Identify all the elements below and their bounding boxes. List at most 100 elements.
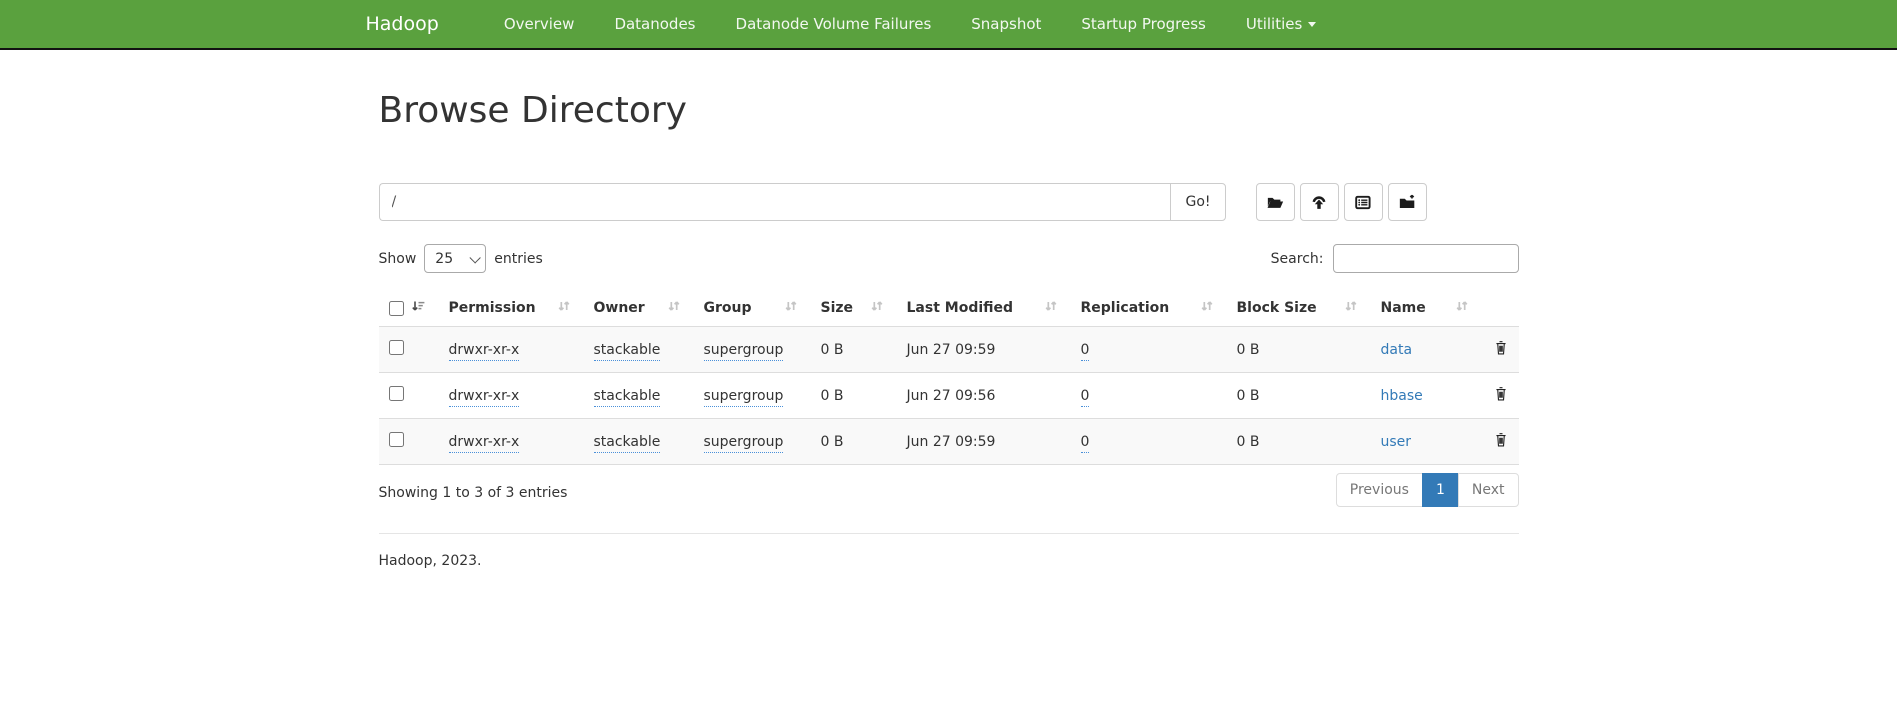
replication-cell[interactable]: 0	[1081, 434, 1090, 453]
sort-icon	[1344, 299, 1358, 317]
path-input[interactable]	[379, 183, 1171, 221]
col-permission[interactable]: Permission	[434, 290, 579, 327]
delete-button[interactable]	[1494, 340, 1508, 359]
col-name-label: Name	[1381, 300, 1426, 316]
path-input-group: Go!	[379, 183, 1226, 221]
trash-icon	[1494, 390, 1508, 405]
trash-icon	[1494, 436, 1508, 451]
sort-amount-asc-icon	[411, 299, 426, 317]
sort-icon	[1455, 299, 1469, 317]
delete-button[interactable]	[1494, 432, 1508, 451]
col-size[interactable]: Size	[806, 290, 892, 327]
folder-open-button[interactable]	[1256, 183, 1295, 221]
pagination: Previous 1 Next	[1336, 473, 1519, 507]
go-button[interactable]: Go!	[1170, 183, 1225, 221]
last-modified-cell: Jun 27 09:56	[907, 388, 996, 404]
last-modified-cell: Jun 27 09:59	[907, 434, 996, 450]
dir-name-link[interactable]: user	[1381, 434, 1412, 450]
size-cell: 0 B	[821, 342, 844, 358]
entries-label: entries	[494, 251, 543, 267]
sort-icon	[557, 299, 571, 317]
nav-overview[interactable]: Overview	[484, 0, 595, 48]
group-cell[interactable]: supergroup	[704, 388, 784, 407]
upload-icon	[1311, 195, 1327, 210]
navbar-brand[interactable]: Hadoop	[364, 0, 441, 48]
block-size-cell: 0 B	[1237, 342, 1260, 358]
navbar-menu: Overview Datanodes Datanode Volume Failu…	[484, 0, 1337, 48]
pagination-previous[interactable]: Previous	[1336, 473, 1423, 507]
block-size-cell: 0 B	[1237, 388, 1260, 404]
entries-info: Showing 1 to 3 of 3 entries	[379, 473, 568, 501]
upload-button[interactable]	[1300, 183, 1339, 221]
table-row: drwxr-xr-x stackable supergroup 0 B Jun …	[379, 419, 1519, 465]
replication-cell[interactable]: 0	[1081, 388, 1090, 407]
nav-startup-progress[interactable]: Startup Progress	[1061, 0, 1225, 48]
group-cell[interactable]: supergroup	[704, 434, 784, 453]
select-all-checkbox[interactable]	[389, 301, 404, 316]
col-group-label: Group	[704, 300, 752, 316]
nav-datanodes[interactable]: Datanodes	[594, 0, 715, 48]
last-modified-cell: Jun 27 09:59	[907, 342, 996, 358]
owner-cell[interactable]: stackable	[594, 434, 661, 453]
file-actions-toolbar	[1256, 183, 1427, 221]
permission-cell[interactable]: drwxr-xr-x	[449, 342, 520, 361]
dir-name-link[interactable]: data	[1381, 342, 1413, 358]
col-replication[interactable]: Replication	[1066, 290, 1222, 327]
sort-icon	[870, 299, 884, 317]
col-name[interactable]: Name	[1366, 290, 1477, 327]
folder-move-icon	[1399, 194, 1416, 210]
table-footer: Showing 1 to 3 of 3 entries Previous 1 N…	[379, 473, 1519, 507]
col-block-size-label: Block Size	[1237, 300, 1317, 316]
page-size-select[interactable]: 25	[424, 244, 486, 273]
sort-icon	[1200, 299, 1214, 317]
search-input[interactable]	[1333, 244, 1519, 273]
folder-move-button[interactable]	[1388, 183, 1427, 221]
nav-snapshot[interactable]: Snapshot	[951, 0, 1061, 48]
owner-cell[interactable]: stackable	[594, 388, 661, 407]
chevron-down-icon	[1308, 22, 1316, 27]
group-cell[interactable]: supergroup	[704, 342, 784, 361]
search-label: Search:	[1271, 251, 1324, 267]
table-header-row: Permission Owner Group Size Last Modifie…	[379, 290, 1519, 327]
select-all-header[interactable]	[379, 290, 434, 327]
col-replication-label: Replication	[1081, 300, 1170, 316]
table-search-control: Search:	[1271, 244, 1519, 273]
delete-button[interactable]	[1494, 386, 1508, 405]
permission-cell[interactable]: drwxr-xr-x	[449, 434, 520, 453]
permission-cell[interactable]: drwxr-xr-x	[449, 388, 520, 407]
nav-utilities-dropdown[interactable]: Utilities	[1226, 0, 1336, 48]
nav-datanode-volume-failures[interactable]: Datanode Volume Failures	[716, 0, 952, 48]
sort-icon	[667, 299, 681, 317]
footer-divider	[379, 533, 1519, 534]
pagination-page-1[interactable]: 1	[1423, 473, 1459, 507]
nav-utilities-label: Utilities	[1246, 15, 1302, 33]
table-controls: Show 25 entries Search:	[379, 244, 1519, 273]
col-permission-label: Permission	[449, 300, 536, 316]
pagination-next[interactable]: Next	[1459, 473, 1519, 507]
col-size-label: Size	[821, 300, 854, 316]
replication-cell[interactable]: 0	[1081, 342, 1090, 361]
list-alt-button[interactable]	[1344, 183, 1383, 221]
row-checkbox[interactable]	[389, 432, 404, 447]
list-alt-icon	[1355, 195, 1371, 210]
path-bar: Go!	[379, 183, 1519, 221]
show-label: Show	[379, 251, 417, 267]
col-block-size[interactable]: Block Size	[1222, 290, 1366, 327]
dir-name-link[interactable]: hbase	[1381, 388, 1423, 404]
size-cell: 0 B	[821, 388, 844, 404]
page-length-control: Show 25 entries	[379, 244, 543, 273]
size-cell: 0 B	[821, 434, 844, 450]
col-group[interactable]: Group	[689, 290, 806, 327]
row-checkbox[interactable]	[389, 340, 404, 355]
footer-text: Hadoop, 2023.	[379, 553, 1519, 569]
col-last-modified[interactable]: Last Modified	[892, 290, 1066, 327]
table-row: drwxr-xr-x stackable supergroup 0 B Jun …	[379, 373, 1519, 419]
directory-table: Permission Owner Group Size Last Modifie…	[379, 290, 1519, 465]
col-owner[interactable]: Owner	[579, 290, 689, 327]
page-size-select-wrap: 25	[424, 244, 486, 273]
sort-icon	[1044, 299, 1058, 317]
folder-open-icon	[1267, 195, 1284, 210]
row-checkbox[interactable]	[389, 386, 404, 401]
trash-icon	[1494, 344, 1508, 359]
owner-cell[interactable]: stackable	[594, 342, 661, 361]
